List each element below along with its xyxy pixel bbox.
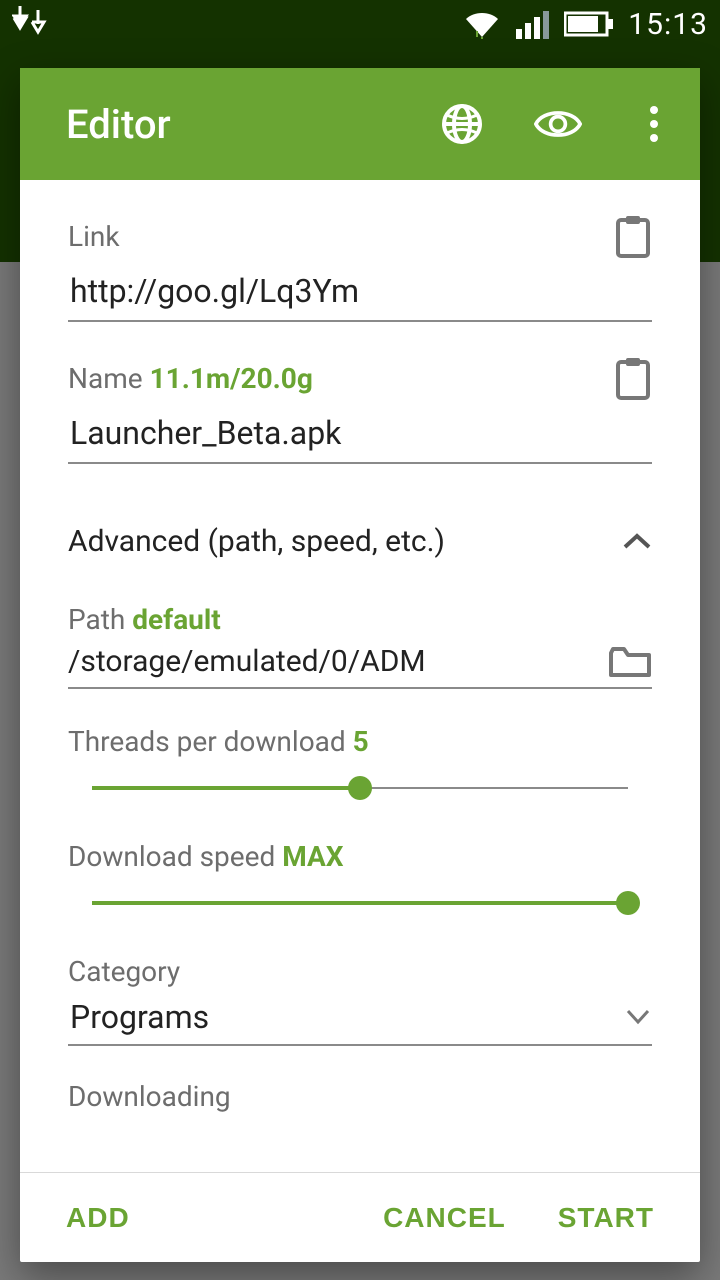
threads-slider[interactable] bbox=[92, 776, 628, 800]
start-button[interactable]: START bbox=[558, 1202, 654, 1234]
name-input[interactable] bbox=[68, 400, 652, 464]
category-select[interactable]: Programs bbox=[68, 994, 652, 1046]
category-value: Programs bbox=[70, 998, 209, 1036]
category-label: Category bbox=[68, 955, 180, 988]
dialog-title: Editor bbox=[66, 101, 171, 148]
editor-dialog: Editor bbox=[20, 68, 700, 1262]
dialog-header: Editor bbox=[20, 68, 700, 180]
path-value[interactable]: /storage/emulated/0/ADM bbox=[68, 644, 426, 679]
wifi-icon bbox=[462, 7, 502, 41]
clipboard-icon[interactable] bbox=[614, 214, 652, 258]
add-button[interactable]: ADD bbox=[66, 1202, 130, 1234]
downloading-label: Downloading bbox=[68, 1080, 231, 1113]
name-label: Name 11.1m/20.0g bbox=[68, 362, 313, 395]
advanced-title: Advanced (path, speed, etc.) bbox=[68, 524, 445, 559]
more-vert-icon[interactable] bbox=[630, 100, 678, 148]
eye-icon[interactable] bbox=[534, 100, 582, 148]
chevron-up-icon bbox=[622, 532, 652, 552]
link-input[interactable] bbox=[68, 258, 652, 322]
globe-icon[interactable] bbox=[438, 100, 486, 148]
battery-icon bbox=[564, 10, 614, 38]
download-arrows-icon bbox=[12, 4, 56, 44]
advanced-toggle[interactable]: Advanced (path, speed, etc.) bbox=[68, 464, 652, 559]
dropdown-icon bbox=[626, 1009, 650, 1025]
signal-icon bbox=[516, 9, 550, 39]
link-label: Link bbox=[68, 220, 120, 253]
status-time: 15:13 bbox=[628, 7, 708, 42]
cancel-button[interactable]: CANCEL bbox=[383, 1202, 506, 1234]
clipboard-icon[interactable] bbox=[614, 356, 652, 400]
status-bar: 15:13 bbox=[0, 0, 720, 48]
threads-label: Threads per download 5 bbox=[68, 725, 369, 758]
speed-slider[interactable] bbox=[92, 891, 628, 915]
dialog-footer: ADD CANCEL START bbox=[20, 1172, 700, 1262]
path-badge: default bbox=[132, 603, 220, 636]
path-label: Path default bbox=[68, 603, 221, 636]
dialog-body: Link Name 11.1m/20.0g bbox=[20, 180, 700, 1172]
speed-value: MAX bbox=[282, 840, 343, 873]
threads-value: 5 bbox=[353, 725, 369, 758]
name-size: 11.1m/20.0g bbox=[150, 362, 313, 395]
speed-label: Download speed MAX bbox=[68, 840, 344, 873]
folder-icon[interactable] bbox=[608, 645, 652, 679]
